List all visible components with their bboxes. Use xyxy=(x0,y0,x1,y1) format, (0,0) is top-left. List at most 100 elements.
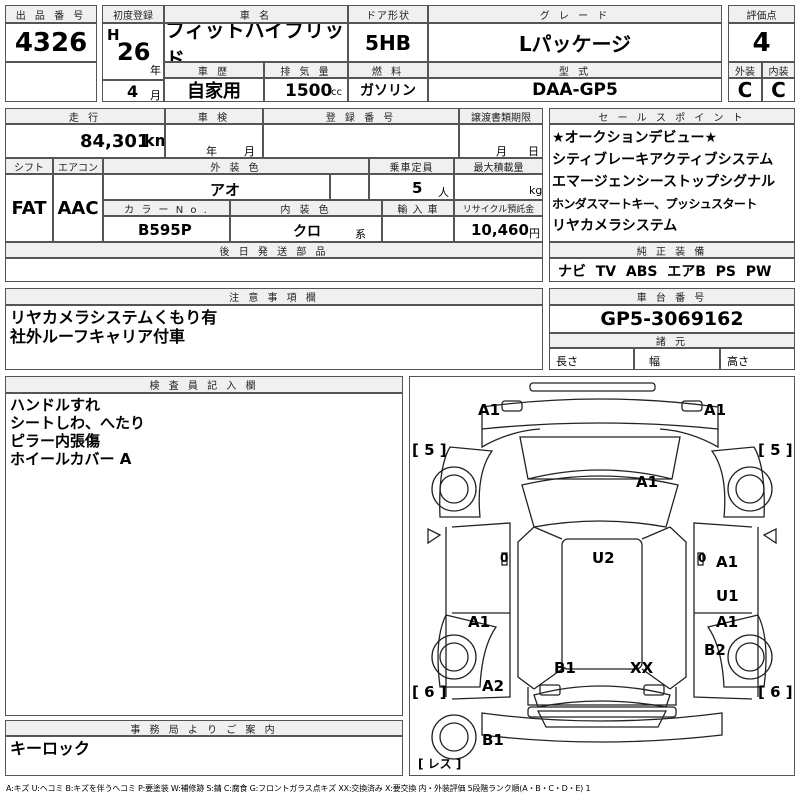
tire-front-left: [ 5 ] xyxy=(412,441,447,459)
mileage-label: 走 行 xyxy=(5,108,165,124)
year-unit: 年 xyxy=(150,64,161,77)
interior-label: 内装 xyxy=(762,62,795,78)
score-label: 評価点 xyxy=(728,5,795,23)
car-name: フィットハイブリッド xyxy=(164,23,348,62)
color-no-label: カ ラ ー N o . xyxy=(103,200,230,216)
interior-grade: C xyxy=(762,78,795,102)
chassis-label: 車 台 番 号 xyxy=(549,288,795,305)
mileage-value: 84,301 xyxy=(80,131,150,152)
later-parts-label: 後 日 発 送 部 品 xyxy=(5,242,543,258)
reg-month: 4 xyxy=(127,82,139,101)
height-cell: 高さ xyxy=(720,348,795,370)
inspection-year-unit: 年 xyxy=(206,145,217,158)
lot-number: 4326 xyxy=(5,23,97,62)
color-blank xyxy=(330,174,369,200)
inspector-label: 検 査 員 記 入 欄 xyxy=(5,376,403,393)
recycle-value: 10,460 xyxy=(471,221,529,239)
color-label: 外 装 色 xyxy=(103,158,369,174)
car-outline xyxy=(427,382,777,760)
equipment-cell: ナビ TV ABS エアB PS PW xyxy=(549,258,795,282)
displacement-label: 排 気 量 xyxy=(264,62,348,78)
transfer-cell: 月 日 xyxy=(459,124,543,158)
color-cell: アオ xyxy=(103,174,330,200)
reg-year: 26 xyxy=(117,38,151,66)
mark-a1-hood: A1 xyxy=(636,473,659,491)
interior-color-cell: クロ 系 xyxy=(230,216,382,242)
mark-b1-trunk: B1 xyxy=(554,659,576,677)
registration-label: 登 録 番 号 xyxy=(263,108,459,124)
history-value: 自家用 xyxy=(164,78,264,102)
chassis-number: GP5-3069162 xyxy=(549,305,795,333)
damage-diagram: A1 A1 A1 U2 A1 U1 A1 A1 B2 B1 XX A2 B1 0… xyxy=(409,376,795,776)
import-label: 輸 入 車 xyxy=(382,200,454,216)
model-value: DAA-GP5 xyxy=(428,78,722,102)
first-reg-month-cell: 4 月 xyxy=(102,80,164,102)
transfer-label: 譲渡書類期限 xyxy=(459,108,543,124)
shift-value: FAT xyxy=(5,174,53,242)
mark-a2-left-rear: A2 xyxy=(482,677,505,695)
height-label: 高さ xyxy=(727,355,749,368)
recycle-label: リサイクル預託金 xyxy=(454,200,543,216)
load-unit: kg xyxy=(529,184,543,197)
mark-a1-front-right: A1 xyxy=(704,401,727,419)
color-value: アオ xyxy=(210,181,241,199)
fuel-label: 燃 料 xyxy=(348,62,428,78)
mark-xx-trunk: XX xyxy=(630,659,654,677)
tire-front-right: [ 5 ] xyxy=(758,441,793,459)
transfer-month-unit: 月 xyxy=(496,145,507,158)
sales-points-label: セ ー ル ス ポ イ ン ト xyxy=(549,108,795,124)
grade-value: Lパッケージ xyxy=(428,23,722,62)
color-no-cell: B595P xyxy=(103,216,230,242)
seats-unit: 人 xyxy=(438,186,449,199)
displacement-cell: 1500 cc xyxy=(264,78,348,102)
aircon-value: AAC xyxy=(53,174,103,242)
spare-tire-label: [ レス ] xyxy=(418,757,462,771)
interior-color-unit: 系 xyxy=(355,228,366,241)
door-value: 5HB xyxy=(348,23,428,62)
inspection-month-unit: 月 xyxy=(244,145,255,158)
mark-zero-right: 0 xyxy=(698,551,707,565)
legend-text: A:キズ U:ヘコミ B:キズを伴うヘコミ P:要塗装 W:補修跡 S:錆 C:… xyxy=(6,784,591,793)
mark-a1-front-left: A1 xyxy=(478,401,501,419)
sales-points-list: ★オークションデビュー★ シティブレーキアクティブシステム エマージェンシースト… xyxy=(549,124,795,242)
grade-label: グ レ ー ド xyxy=(428,5,722,23)
first-reg-year-cell: H 26 年 xyxy=(102,23,164,80)
lot-blank xyxy=(5,62,97,102)
mileage-cell: 84,301 km xyxy=(5,124,165,158)
inspector-text: ハンドルすれ シートしわ、へたり ピラー内張傷 ホイールカバー A xyxy=(5,393,403,716)
car-name-label: 車 名 xyxy=(164,5,348,23)
transfer-day-unit: 日 xyxy=(528,145,539,158)
equipment-value: ナビ TV ABS エアB PS PW xyxy=(558,264,772,280)
spec-label: 諸 元 xyxy=(549,333,795,348)
displacement-value: 1500 xyxy=(285,81,333,101)
fuel-value: ガソリン xyxy=(348,78,428,102)
mark-a1-right-rear-door: A1 xyxy=(716,613,739,631)
displacement-unit: cc xyxy=(331,87,342,98)
seats-label: 乗車定員 xyxy=(369,158,454,174)
width-cell: 幅 xyxy=(634,348,720,370)
recycle-cell: 10,460 円 xyxy=(454,216,543,242)
sales-point-line: シティブレーキアクティブシステム xyxy=(552,152,774,168)
width-label: 幅 xyxy=(649,355,660,368)
registration-value xyxy=(263,124,459,158)
aircon-label: エアコン xyxy=(53,158,103,174)
interior-color-label: 内 装 色 xyxy=(230,200,382,216)
interior-color-value: クロ xyxy=(293,224,321,240)
mark-a1-left-rear: A1 xyxy=(468,613,491,631)
tire-rear-left: [ 6 ] xyxy=(412,683,447,701)
exterior-label: 外装 xyxy=(728,62,762,78)
mark-b2-right-rear: B2 xyxy=(704,641,726,659)
mark-zero-left: 0 xyxy=(500,551,509,565)
mark-b1-rear-bumper: B1 xyxy=(482,731,504,749)
lot-label: 出 品 番 号 xyxy=(5,5,97,23)
history-label: 車 歴 xyxy=(164,62,264,78)
month-unit: 月 xyxy=(150,89,161,102)
length-cell: 長さ xyxy=(549,348,634,370)
mileage-unit: km xyxy=(144,131,164,150)
sales-point-line: ホンダスマートキー、プッシュスタート xyxy=(552,197,757,211)
exterior-grade: C xyxy=(728,78,762,102)
import-value xyxy=(382,216,454,242)
mark-u2-roof: U2 xyxy=(592,549,615,567)
equipment-label: 純 正 装 備 xyxy=(549,242,795,258)
office-text: キーロック xyxy=(5,736,403,776)
